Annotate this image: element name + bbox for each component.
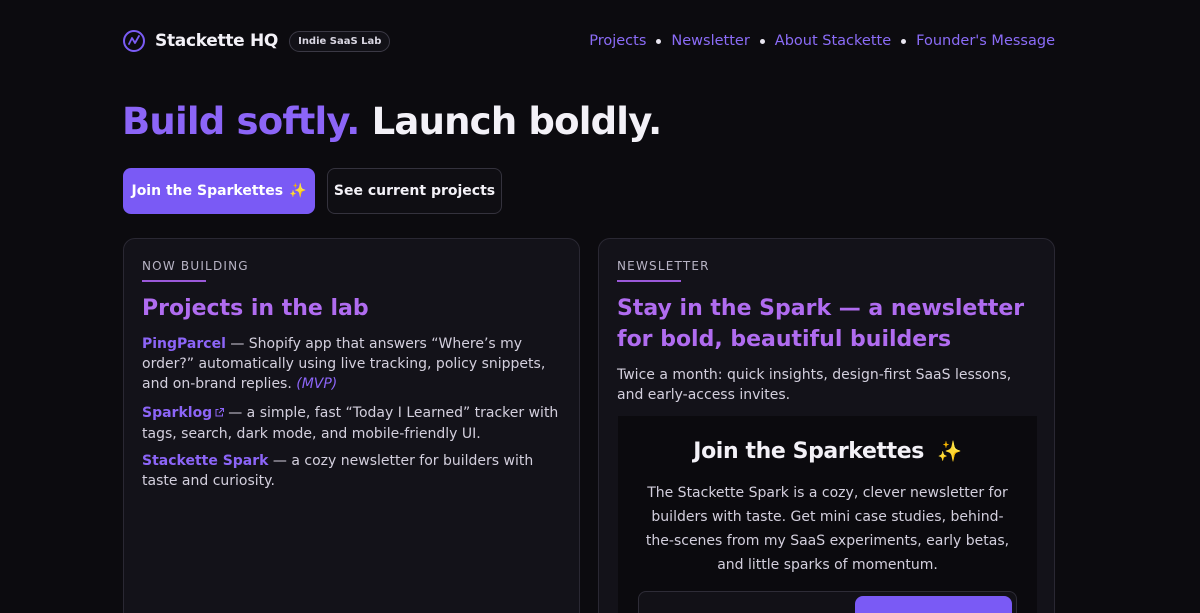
- nav-link-projects[interactable]: Projects: [589, 33, 646, 49]
- hero-title-plain: Launch boldly.: [371, 100, 663, 143]
- nav-separator: [656, 38, 662, 44]
- signup-title-text: Join the Sparkettes: [693, 439, 924, 464]
- nav-separator: [759, 38, 765, 44]
- newsletter-card: NEWSLETTER Stay in the Spark — a newslet…: [598, 238, 1055, 613]
- external-link-icon[interactable]: [214, 404, 225, 424]
- eyebrow-underline: [617, 280, 681, 282]
- see-projects-button[interactable]: See current projects: [327, 168, 502, 214]
- project-link-pingparcel[interactable]: PingParcel: [142, 336, 226, 352]
- newsletter-eyebrow: NEWSLETTER: [617, 259, 710, 273]
- project-tag-mvp: (MVP): [296, 376, 338, 392]
- eyebrow-underline: [142, 280, 206, 282]
- hero-title-accent: Build softly.: [122, 100, 360, 143]
- newsletter-title: Stay in the Spark — a newsletter for bol…: [617, 296, 1025, 352]
- join-sparkettes-label: Join the Sparkettes: [131, 183, 284, 199]
- nav-link-about[interactable]: About Stackette: [775, 33, 891, 49]
- nav-link-founders-message[interactable]: Founder's Message: [916, 33, 1055, 49]
- project-link-stackette-spark[interactable]: Stackette Spark: [142, 453, 268, 469]
- brand-badge: Indie SaaS Lab: [289, 30, 391, 52]
- project-item-pingparcel: PingParcel — Shopify app that answers “W…: [142, 334, 562, 394]
- hero-title: Build softly. Launch boldly.: [122, 100, 663, 143]
- join-sparkettes-button[interactable]: Join the Sparkettes ✨: [123, 168, 315, 214]
- signup-box: Join the Sparkettes ✨ The Stackette Spar…: [618, 416, 1037, 613]
- projects-eyebrow: NOW BUILDING: [142, 259, 249, 273]
- site-header: Stackette HQ Indie SaaS Lab Projects New…: [123, 26, 1055, 56]
- signup-body: The Stackette Spark is a cozy, clever ne…: [645, 485, 1010, 573]
- project-link-sparklog[interactable]: Sparklog: [142, 405, 212, 421]
- sparkles-icon: ✨: [937, 439, 962, 463]
- nav-separator: [901, 38, 907, 44]
- nav-link-newsletter[interactable]: Newsletter: [671, 33, 749, 49]
- project-item-stackette-spark: Stackette Spark — a cozy newsletter for …: [142, 451, 562, 491]
- sparkles-icon: ✨: [289, 183, 307, 199]
- projects-title: Projects in the lab: [142, 296, 369, 321]
- project-item-sparklog: Sparklog — a simple, fast “Today I Learne…: [142, 403, 562, 444]
- email-field[interactable]: [653, 592, 853, 613]
- projects-card: NOW BUILDING Projects in the lab PingPar…: [123, 238, 580, 613]
- bolt-circle-icon: [123, 30, 145, 52]
- brand-name: Stackette HQ: [155, 31, 279, 51]
- subscribe-button[interactable]: [855, 596, 1012, 613]
- newsletter-description: Twice a month: quick insights, design-fi…: [617, 367, 1012, 403]
- brand[interactable]: Stackette HQ Indie SaaS Lab: [123, 30, 391, 52]
- signup-title: Join the Sparkettes ✨: [618, 439, 1037, 464]
- main-nav: Projects Newsletter About Stackette Foun…: [589, 33, 1055, 49]
- signup-form: [638, 591, 1017, 613]
